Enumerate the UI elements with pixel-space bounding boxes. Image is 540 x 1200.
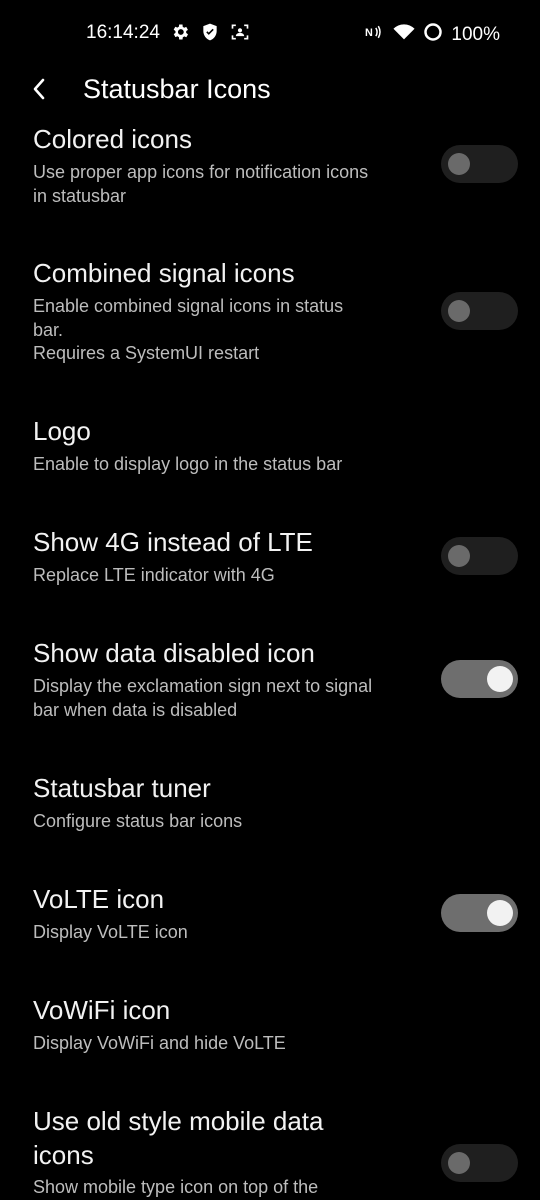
setting-vowifi-icon[interactable]: VoWiFi icon Display VoWiFi and hide VoLT… <box>0 993 540 1073</box>
show-4g-toggle[interactable] <box>441 537 518 575</box>
setting-title: Use old style mobile data icons <box>33 1106 324 1170</box>
setting-summary: Replace LTE indicator with 4G <box>33 564 428 588</box>
summary-line: Enable to display logo in the status bar <box>33 454 343 474</box>
status-bar: 16:14:24 N 100% <box>0 0 540 68</box>
back-button[interactable] <box>26 76 52 106</box>
toggle-knob <box>487 666 513 692</box>
setting-volte-icon[interactable]: VoLTE icon Display VoLTE icon <box>0 882 540 962</box>
summary-line: Replace LTE indicator with 4G <box>33 565 275 585</box>
toggle-knob <box>448 545 470 567</box>
setting-summary: Enable to display logo in the status bar <box>33 453 428 477</box>
setting-title: VoWiFi icon <box>33 995 171 1025</box>
setting-summary: Enable combined signal icons in status b… <box>33 295 428 366</box>
setting-logo[interactable]: Logo Enable to display logo in the statu… <box>0 414 540 494</box>
setting-summary: Display VoLTE icon <box>33 921 428 945</box>
setting-combined-signal-icons[interactable]: Combined signal icons Enable combined si… <box>0 256 540 386</box>
summary-line: Display VoLTE icon <box>33 922 188 942</box>
setting-old-style-data-icons[interactable]: Use old style mobile data icons Show mob… <box>0 1104 540 1200</box>
chevron-left-icon <box>32 77 46 106</box>
toggle-knob <box>448 153 470 175</box>
setting-summary: Display the exclamation sign next to sig… <box>33 675 428 722</box>
screen: 16:14:24 N 100% Statusbar Icons Colored … <box>0 0 540 1200</box>
setting-summary: Show mobile type icon on top of the <box>33 1176 428 1200</box>
toggle-knob <box>448 300 470 322</box>
svg-text:N: N <box>365 27 373 39</box>
summary-line: Show mobile type icon on top of the <box>33 1177 319 1197</box>
summary-line: Display VoWiFi and hide VoLTE <box>33 1033 286 1053</box>
setting-title: Logo <box>33 416 91 446</box>
data-disabled-icon-toggle[interactable] <box>441 660 518 698</box>
status-left-icons <box>170 22 250 47</box>
volte-icon-toggle[interactable] <box>441 894 518 932</box>
colored-icons-toggle[interactable] <box>441 145 518 183</box>
summary-line: bar. <box>33 319 64 340</box>
summary-line: Display the exclamation sign next to sig… <box>33 676 373 696</box>
toggle-knob <box>487 900 513 926</box>
nfc-icon: N <box>365 23 385 46</box>
summary-line: Use proper app icons for notification ic… <box>33 162 369 182</box>
setting-title: Combined signal icons <box>33 258 295 288</box>
setting-summary: Display VoWiFi and hide VoLTE <box>33 1032 428 1056</box>
old-style-data-icons-toggle[interactable] <box>441 1144 518 1182</box>
app-bar: Statusbar Icons <box>0 72 540 112</box>
setting-statusbar-tuner[interactable]: Statusbar tuner Configure status bar ico… <box>0 771 540 851</box>
summary-line: in statusbar <box>33 185 127 206</box>
toggle-knob <box>448 1152 470 1174</box>
combined-signal-icons-toggle[interactable] <box>441 292 518 330</box>
setting-data-disabled-icon[interactable]: Show data disabled icon Display the excl… <box>0 636 540 736</box>
page-title: Statusbar Icons <box>83 74 271 104</box>
summary-line: Requires a SystemUI restart <box>33 343 260 363</box>
battery-percentage: 100% <box>451 23 500 45</box>
gear-icon <box>170 22 190 47</box>
setting-summary: Use proper app icons for notification ic… <box>33 161 428 208</box>
battery-ring-icon <box>423 22 443 47</box>
setting-title: Show data disabled icon <box>33 638 315 668</box>
setting-colored-icons[interactable]: Colored icons Use proper app icons for n… <box>0 122 540 232</box>
setting-show-4g[interactable]: Show 4G instead of LTE Replace LTE indic… <box>0 525 540 605</box>
summary-line: Enable combined signal icons in status <box>33 296 344 316</box>
status-time: 16:14:24 <box>86 22 160 43</box>
shield-icon <box>200 22 220 47</box>
summary-line: Configure status bar icons <box>33 811 243 831</box>
setting-title: Colored icons <box>33 124 192 154</box>
wifi-icon <box>393 22 415 47</box>
setting-summary: Configure status bar icons <box>33 810 428 834</box>
status-right-icons: N 100% <box>365 22 500 47</box>
setting-title: VoLTE icon <box>33 884 165 914</box>
summary-line: bar when data is disabled <box>33 699 238 720</box>
setting-title: Statusbar tuner <box>33 773 211 803</box>
setting-title: Show 4G instead of LTE <box>33 527 313 557</box>
screenshot-icon <box>230 22 250 47</box>
